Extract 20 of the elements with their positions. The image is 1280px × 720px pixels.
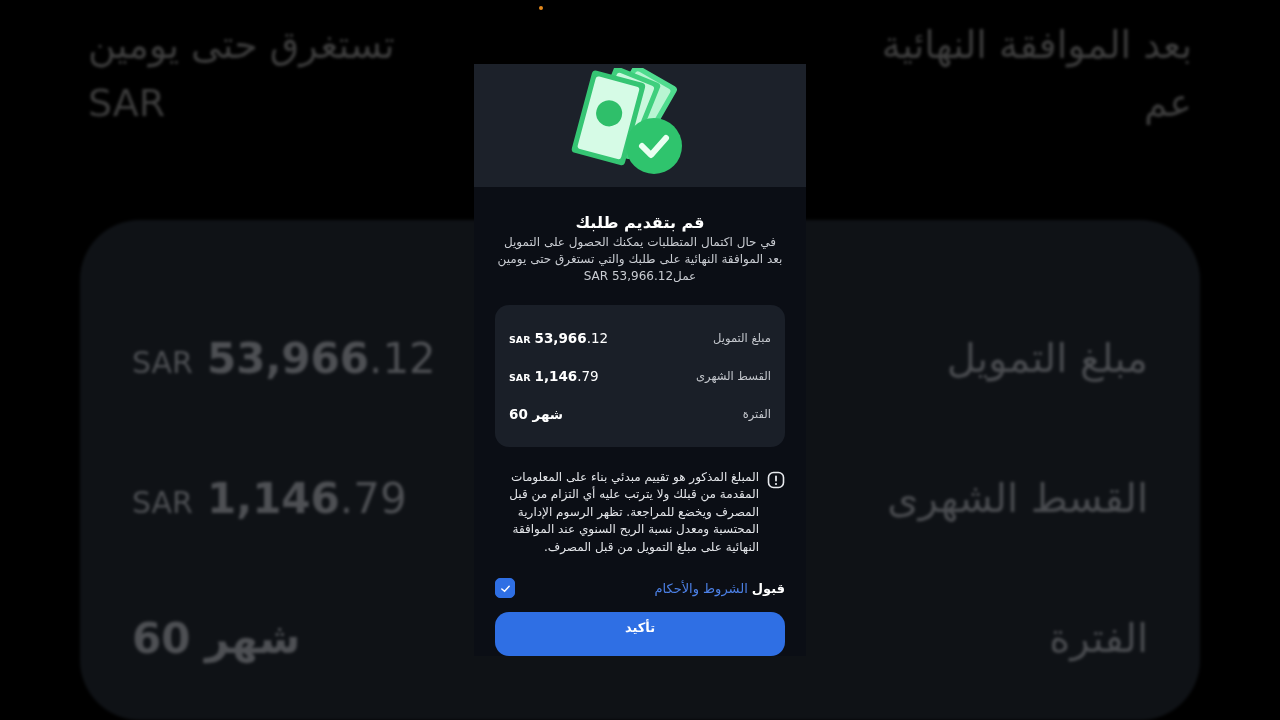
confirm-button[interactable]: تأكيد: [495, 612, 785, 656]
backdrop-label: القسط الشهرى: [887, 475, 1148, 521]
status-dot-icon: [539, 6, 543, 10]
row-label: مبلغ التمويل: [713, 330, 771, 345]
backdrop-value: 60 شهر: [132, 613, 301, 663]
terms-label: قبول: [751, 580, 785, 596]
notice-text: المبلغ المذكور هو تقييم مبدئي بناء على المعلومات المقدمة من قبلك ولا يترتب عليه أي التزام من قبل المصرف ويخضع للمراجعة. تظهر الرسوم الإدارية المحتسبة ومعدل نسبة الربح السنوي عند الموافقة النهائية على مبلغ التمويل من قبل المصرف.: [508, 468, 759, 556]
terms-checkbox[interactable]: [495, 578, 515, 598]
terms-link[interactable]: الشروط والأحكام: [654, 580, 748, 596]
backdrop-label: مبلغ التمويل: [946, 335, 1148, 381]
row-value: SAR 1,146.79: [509, 367, 599, 384]
warning-icon: [767, 470, 785, 489]
row-value: 60 شهر: [509, 405, 564, 422]
row-value: SAR 53,966.12: [509, 329, 609, 346]
row-label: الفترة: [742, 406, 771, 421]
backdrop-text: تستغرق حتى يومين: [88, 23, 395, 67]
description-text: في حال اكتمال المتطلبات يمكنك الحصول على التمويل بعد الموافقة النهائية على طلبك والتي تستغرق حتى يومين عملSAR 53,966.12: [496, 233, 784, 285]
screen-title: قم بتقديم طلبك: [575, 212, 705, 232]
backdrop-text: بعد الموافقة النهائية: [881, 23, 1192, 67]
row-label: القسط الشهرى: [696, 368, 771, 383]
